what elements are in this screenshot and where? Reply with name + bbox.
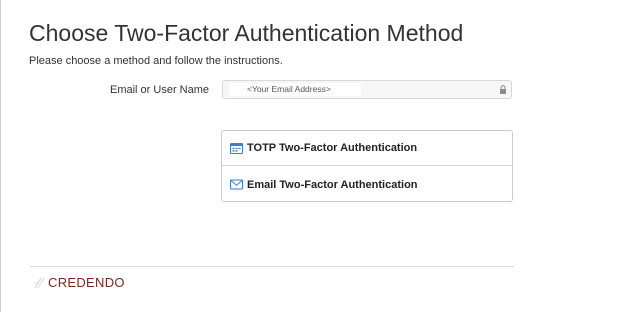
email-label: Email or User Name [110, 84, 210, 96]
method-email[interactable]: Email Two-Factor Authentication [222, 167, 512, 202]
method-email-label: Email Two-Factor Authentication [247, 178, 418, 191]
credendo-logo: CREDENDO [33, 275, 125, 290]
page-subtitle: Please choose a method and follow the in… [29, 55, 283, 67]
email-value: <Your Email Address> [229, 83, 361, 96]
window-edge [0, 0, 1, 312]
email-field[interactable]: <Your Email Address> [222, 80, 512, 99]
totp-icon [230, 142, 243, 154]
lock-icon [500, 85, 506, 94]
credendo-logo-text: CREDENDO [48, 275, 125, 290]
page: Choose Two-Factor Authentication Method … [0, 0, 624, 312]
envelope-icon [230, 179, 243, 190]
footer-divider [30, 266, 514, 267]
method-list: TOTP Two-Factor Authentication Email Two… [221, 130, 513, 202]
method-totp[interactable]: TOTP Two-Factor Authentication [222, 131, 512, 166]
credendo-logo-mark [34, 277, 45, 288]
page-title: Choose Two-Factor Authentication Method [29, 20, 464, 46]
method-totp-label: TOTP Two-Factor Authentication [247, 142, 418, 154]
